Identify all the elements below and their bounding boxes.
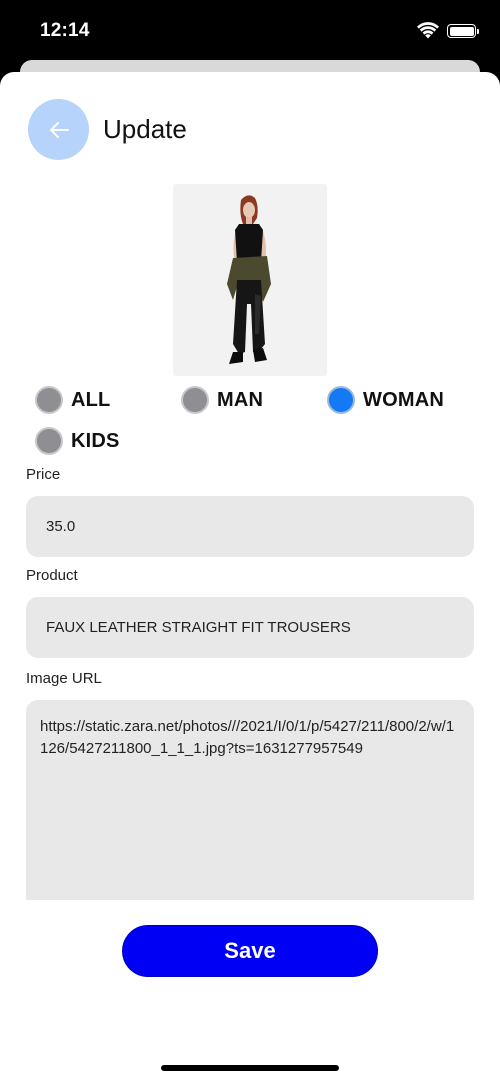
price-field[interactable]: 35.0 (26, 496, 474, 557)
update-sheet: Update ALL MAN WOMAN KIDS Price 35.0 Pro… (0, 72, 500, 1082)
radio-label: KIDS (71, 429, 120, 452)
battery-icon (447, 24, 479, 38)
price-value: 35.0 (46, 518, 76, 535)
radio-circle-selected (327, 386, 355, 414)
radio-man[interactable]: MAN (181, 386, 263, 414)
product-label: Product (26, 567, 78, 584)
radio-label: WOMAN (363, 388, 444, 411)
image-url-label: Image URL (26, 670, 102, 687)
radio-circle (181, 386, 209, 414)
product-photo (173, 184, 327, 376)
back-button[interactable] (28, 99, 89, 160)
radio-circle (35, 427, 63, 455)
image-url-field[interactable]: https://static.zara.net/photos///2021/I/… (26, 700, 474, 900)
status-icons (417, 22, 479, 40)
radio-label: MAN (217, 388, 264, 411)
home-indicator (161, 1065, 339, 1071)
wifi-icon (417, 22, 439, 39)
radio-kids[interactable]: KIDS (35, 427, 120, 455)
status-time: 12:14 (40, 20, 90, 41)
arrow-left-icon (49, 121, 69, 138)
image-url-value: https://static.zara.net/photos///2021/I/… (40, 718, 455, 757)
radio-woman[interactable]: WOMAN (327, 386, 444, 414)
page-title: Update (103, 114, 187, 144)
product-image (173, 184, 327, 376)
product-field[interactable]: FAUX LEATHER STRAIGHT FIT TROUSERS (26, 597, 474, 658)
save-button[interactable]: Save (122, 925, 378, 977)
status-bar: 12:14 (0, 0, 500, 62)
radio-all[interactable]: ALL (35, 386, 110, 414)
radio-label: ALL (71, 388, 111, 411)
product-value: FAUX LEATHER STRAIGHT FIT TROUSERS (46, 619, 351, 636)
radio-circle (35, 386, 63, 414)
save-label: Save (224, 938, 276, 963)
price-label: Price (26, 466, 61, 483)
